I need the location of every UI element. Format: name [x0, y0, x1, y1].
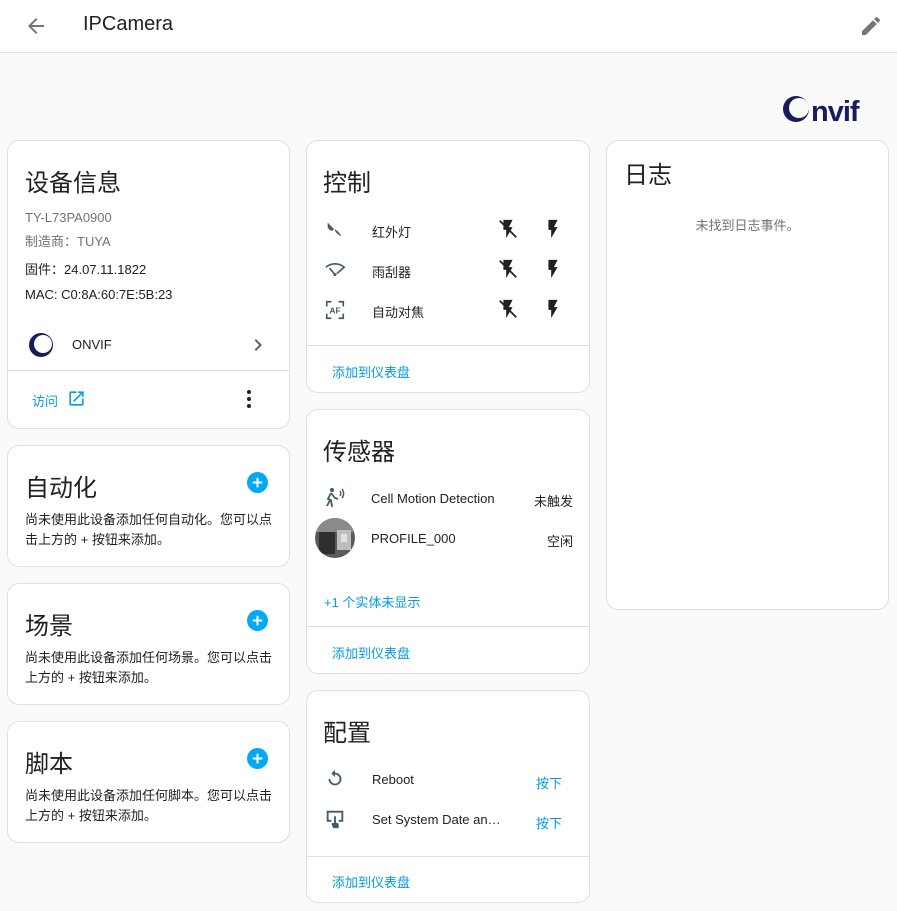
card-divider	[307, 856, 589, 857]
press-button[interactable]: 按下	[536, 813, 562, 832]
sensor-state: 未触发	[533, 494, 573, 509]
onvif-logo: nvif	[783, 96, 861, 126]
device-firmware: 固件：24.07.11.1822	[25, 262, 147, 277]
controls-title: 控制	[323, 170, 371, 197]
card-divider	[307, 626, 589, 627]
logbook-card: 日志 未找到日志事件。	[606, 140, 889, 610]
control-label: 雨刮器	[372, 265, 412, 280]
device-manufacturer: 制造商：TUYA	[25, 234, 111, 249]
automation-card: 自动化 尚未使用此设备添加任何自动化。您可以点击上方的 + 按钮来添加。	[7, 445, 290, 567]
hidden-entities-link[interactable]: +1 个实体未显示	[324, 592, 420, 611]
scripts-title: 脚本	[25, 751, 73, 778]
sensors-card: 传感器 Cell Motion Detection 未触发 PROFILE_00…	[306, 409, 590, 674]
add-to-dashboard-link[interactable]: 添加到仪表盘	[332, 643, 410, 662]
infrared-light-icon	[327, 222, 342, 237]
back-arrow-icon[interactable]	[24, 14, 48, 38]
automation-description: 尚未使用此设备添加任何自动化。您可以点击上方的 + 按钮来添加。	[25, 512, 273, 547]
chevron-right-icon	[254, 339, 262, 351]
add-scene-plus-icon[interactable]	[247, 610, 268, 631]
flash-off-icon[interactable]	[497, 218, 519, 240]
flash-off-icon[interactable]	[497, 258, 519, 280]
integration-row-onvif[interactable]: ONVIF	[8, 324, 289, 366]
top-app-bar: IPCamera	[0, 0, 897, 53]
sensor-row-profile[interactable]: PROFILE_000 空闲	[307, 518, 589, 558]
press-button[interactable]: 按下	[536, 773, 562, 792]
integration-label: ONVIF	[72, 337, 112, 352]
controls-card: 控制 红外灯 雨刮器 AF 自动对焦 添加到仪表盘	[306, 140, 590, 393]
flash-on-icon[interactable]	[542, 218, 564, 240]
control-row-autofocus[interactable]: AF 自动对焦	[307, 289, 589, 329]
edit-pencil-icon[interactable]	[859, 14, 883, 38]
logbook-empty-message: 未找到日志事件。	[695, 218, 800, 233]
add-to-dashboard-link[interactable]: 添加到仪表盘	[332, 872, 410, 891]
config-row-set-date[interactable]: Set System Date an… 按下	[307, 799, 589, 839]
device-mac: MAC: C0:8A:60:7E:5B:23	[25, 287, 173, 302]
scenes-card: 场景 尚未使用此设备添加任何场景。您可以点击上方的 + 按钮来添加。	[7, 583, 290, 705]
svg-text:AF: AF	[330, 307, 341, 316]
config-label: Set System Date an…	[372, 812, 501, 827]
control-label: 自动对焦	[372, 305, 425, 320]
control-row-wiper[interactable]: 雨刮器	[307, 249, 589, 289]
config-row-reboot[interactable]: Reboot 按下	[307, 759, 589, 799]
more-vert-icon[interactable]	[237, 387, 261, 411]
sensors-title: 传感器	[323, 439, 395, 466]
page-title: IPCamera	[83, 13, 174, 35]
sensor-label: Cell Motion Detection	[371, 491, 495, 506]
card-divider	[307, 345, 589, 346]
onvif-integration-icon	[29, 333, 53, 357]
wiper-icon	[325, 262, 346, 277]
visit-link[interactable]: 访问	[32, 391, 58, 410]
sensor-state: 空闲	[546, 534, 573, 549]
card-divider	[8, 370, 289, 371]
camera-snapshot-thumbnail	[315, 518, 355, 558]
device-info-card: 设备信息 TY-L73PA0900 制造商：TUYA 固件：24.07.11.1…	[7, 140, 290, 429]
add-script-plus-icon[interactable]	[247, 748, 268, 769]
flash-off-icon[interactable]	[497, 298, 519, 320]
flash-on-icon[interactable]	[542, 298, 564, 320]
flash-on-icon[interactable]	[542, 258, 564, 280]
add-automation-plus-icon[interactable]	[247, 472, 268, 493]
control-label: 红外灯	[372, 225, 412, 240]
device-model: TY-L73PA0900	[25, 210, 112, 225]
control-row-infrared[interactable]: 红外灯	[307, 209, 589, 249]
sensor-row-motion[interactable]: Cell Motion Detection 未触发	[307, 478, 589, 518]
scripts-description: 尚未使用此设备添加任何脚本。您可以点击上方的 + 按钮来添加。	[25, 788, 273, 823]
button-press-icon	[326, 810, 344, 829]
add-to-dashboard-link[interactable]: 添加到仪表盘	[332, 362, 410, 381]
motion-sensor-icon	[326, 488, 345, 508]
device-info-title: 设备信息	[25, 170, 121, 197]
autofocus-icon: AF	[325, 300, 345, 320]
config-card: 配置 Reboot 按下 Set System Date an… 按下 添加到仪…	[306, 690, 590, 903]
sensor-label: PROFILE_000	[371, 531, 456, 546]
scenes-description: 尚未使用此设备添加任何场景。您可以点击上方的 + 按钮来添加。	[25, 650, 273, 685]
automation-title: 自动化	[25, 475, 97, 502]
restart-icon	[328, 769, 342, 786]
scenes-title: 场景	[25, 613, 73, 640]
config-label: Reboot	[372, 772, 414, 787]
open-in-new-icon[interactable]	[67, 389, 86, 408]
logbook-title: 日志	[624, 162, 672, 189]
config-title: 配置	[323, 720, 371, 747]
scripts-card: 脚本 尚未使用此设备添加任何脚本。您可以点击上方的 + 按钮来添加。	[7, 721, 290, 843]
svg-text:nvif: nvif	[811, 96, 860, 126]
